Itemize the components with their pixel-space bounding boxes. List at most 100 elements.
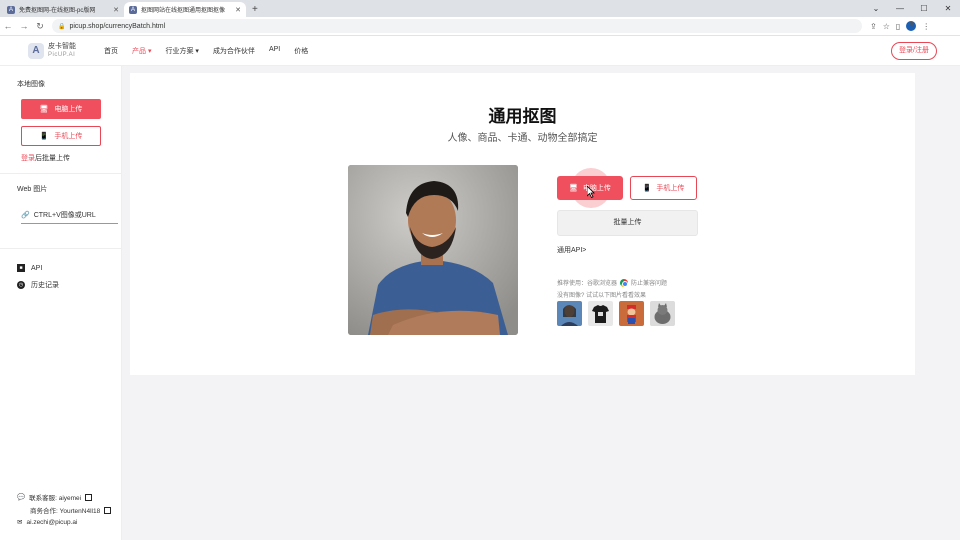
batch-upload-link: 登录后批量上传 <box>21 153 70 163</box>
phone-icon: 📱 <box>642 185 652 192</box>
sidebar-api-link[interactable]: ■ API <box>17 264 42 272</box>
sidebar-history-link[interactable]: ◷ 历史记录 <box>17 280 59 290</box>
close-window-icon[interactable]: ✕ <box>936 0 960 16</box>
api-link[interactable]: 通用API> <box>557 245 586 255</box>
new-tab-icon[interactable]: + <box>252 2 258 17</box>
browser-toolbar: ⇪ ☆ ▯ B ⋮ <box>870 21 930 31</box>
nav-api[interactable]: API <box>269 46 280 56</box>
site-logo[interactable]: A 皮卡智能 PicUP.AI <box>28 42 76 59</box>
phone-upload-button[interactable]: 📱 手机上传 <box>630 176 697 200</box>
url-paste-hint: CTRL+V图像或URL <box>33 211 96 219</box>
wechat-icon: 💬 <box>17 494 26 501</box>
profile-avatar[interactable]: B <box>906 21 917 31</box>
chrome-icon <box>620 278 629 287</box>
nav-products[interactable]: 产品 ▾ <box>132 46 151 56</box>
nav-pricing[interactable]: 价格 <box>294 46 308 56</box>
sample-thumb-tshirt[interactable] <box>588 301 613 326</box>
sample-thumb-portrait[interactable] <box>557 301 582 326</box>
browser-hint: 推荐使用：谷歌浏览器 防止兼容问题 <box>557 278 667 287</box>
logo-icon: A <box>28 42 44 59</box>
history-icon: ◷ <box>17 281 25 289</box>
logo-name: 皮卡智能 <box>48 42 76 50</box>
page-title: 通用抠图 <box>488 107 557 126</box>
url-paste-input[interactable]: 🔗 CTRL+V图像或URL <box>21 206 118 224</box>
lock-icon: 🔒 <box>58 23 66 30</box>
mail-icon: ✉ <box>17 519 23 526</box>
close-tab-icon[interactable]: ✕ <box>235 6 241 14</box>
nav-solutions[interactable]: 行业方案 ▾ <box>165 46 198 56</box>
nav-partner[interactable]: 成为合作伙伴 <box>213 46 255 56</box>
sidebar: 本地图像 🖥 电脑上传 📱 手机上传 登录后批量上传 Web 图片 🔗 CTRL… <box>0 66 122 540</box>
sample-thumb-cartoon[interactable] <box>619 301 644 326</box>
sidebar-divider <box>0 173 122 174</box>
link-icon: 🔗 <box>21 211 30 219</box>
window-controls: ⌄ — ☐ ✕ <box>864 0 960 16</box>
business-contact: 商务合作: YourtenN4ll18 <box>30 505 112 515</box>
cartoon-thumbnail <box>619 301 644 326</box>
login-button[interactable]: 登录/注册 <box>891 42 937 60</box>
main-nav: 首页 产品 ▾ 行业方案 ▾ 成为合作伙伴 API 价格 <box>104 46 308 56</box>
sidebar-pc-upload-label: 电脑上传 <box>54 106 83 113</box>
batch-upload-button[interactable]: 批量上传 <box>557 210 698 236</box>
phone-icon: 📱 <box>39 133 49 140</box>
logo-subname: PicUP.AI <box>48 51 76 58</box>
browser-tab-bar: A 免费抠图网-在线抠图-pc版网 ✕ A 抠图网站在线抠图通用抠图抠像 ✕ +… <box>0 0 960 17</box>
qr-code-icon[interactable] <box>104 506 112 514</box>
email-contact: ✉ ai.zechi@picup.ai <box>17 518 78 527</box>
browser-tab-active[interactable]: A 抠图网站在线抠图通用抠图抠像 ✕ <box>124 2 246 17</box>
cat-thumbnail <box>650 301 675 326</box>
page-subtitle: 人像、商品、卡通、动物全部搞定 <box>447 133 598 144</box>
site-favicon-icon: A <box>129 5 137 14</box>
sidebar-history-label: 历史记录 <box>31 282 59 289</box>
sidebar-icon[interactable]: ▯ <box>896 22 900 31</box>
tab-title: 免费抠图网-在线抠图-pc版网 <box>19 8 96 14</box>
minimize-icon[interactable]: — <box>888 0 912 16</box>
batch-upload-text: 后批量上传 <box>35 155 70 162</box>
browser-tab[interactable]: A 免费抠图网-在线抠图-pc版网 ✕ <box>2 2 124 17</box>
site-header: A 皮卡智能 PicUP.AI 首页 产品 ▾ 行业方案 ▾ 成为合作伙伴 AP… <box>0 36 960 66</box>
tshirt-thumbnail <box>588 301 613 326</box>
business-contact-text: 商务合作: YourtenN4ll18 <box>30 508 101 515</box>
chevron-down-icon[interactable]: ⌄ <box>864 0 888 16</box>
mouse-cursor-icon <box>587 186 595 198</box>
sidebar-pc-upload-button[interactable]: 🖥 电脑上传 <box>21 99 101 119</box>
url-input[interactable]: 🔒 picup.shop/currencyBatch.html <box>52 19 862 33</box>
reload-icon[interactable]: ↻ <box>32 21 48 32</box>
login-link[interactable]: 登录 <box>21 155 35 162</box>
star-icon[interactable]: ☆ <box>883 22 890 31</box>
portrait-illustration <box>348 165 518 335</box>
web-image-title: Web 图片 <box>17 186 48 193</box>
close-tab-icon[interactable]: ✕ <box>113 6 119 14</box>
email-contact-text: ai.zechi@picup.ai <box>26 518 78 526</box>
site-favicon-icon: A <box>7 5 15 14</box>
monitor-icon: 🖥 <box>569 185 578 192</box>
sidebar-phone-upload-label: 手机上传 <box>54 133 83 140</box>
nav-home[interactable]: 首页 <box>104 46 118 56</box>
browser-hint-prefix: 推荐使用：谷歌浏览器 <box>557 281 618 287</box>
main-card: 通用抠图 人像、商品、卡通、动物全部搞定 🖥 电脑上传 📱 手机上传 批量上传 … <box>130 73 915 375</box>
local-image-title: 本地图像 <box>17 81 45 88</box>
demo-portrait-image <box>348 165 518 335</box>
support-contact-text: 联系客服: aiyemei <box>29 495 82 502</box>
sidebar-divider <box>0 248 122 249</box>
forward-icon[interactable]: → <box>16 21 32 31</box>
sample-hint: 没有图像? 试试以下图片看看效果 <box>557 293 647 299</box>
tab-title: 抠图网站在线抠图通用抠图抠像 <box>141 8 226 14</box>
sidebar-api-label: API <box>31 264 43 272</box>
sample-thumb-cat[interactable] <box>650 301 675 326</box>
support-contact: 💬 联系客服: aiyemei <box>17 492 93 502</box>
url-text: picup.shop/currencyBatch.html <box>69 22 166 30</box>
qr-code-icon[interactable] <box>85 493 93 501</box>
address-bar: ← → ↻ 🔒 picup.shop/currencyBatch.html ⇪ … <box>0 17 960 36</box>
bookmark-icon: ■ <box>17 264 25 272</box>
portrait-thumbnail <box>557 301 582 326</box>
back-icon[interactable]: ← <box>0 21 16 31</box>
browser-hint-suffix: 防止兼容问题 <box>631 281 668 287</box>
sample-thumbnails <box>557 301 675 326</box>
sidebar-phone-upload-button[interactable]: 📱 手机上传 <box>21 126 101 146</box>
share-icon[interactable]: ⇪ <box>870 22 877 31</box>
phone-upload-label: 手机上传 <box>656 185 685 192</box>
maximize-icon[interactable]: ☐ <box>912 0 936 16</box>
monitor-icon: 🖥 <box>39 106 49 113</box>
menu-dots-icon[interactable]: ⋮ <box>922 22 930 31</box>
